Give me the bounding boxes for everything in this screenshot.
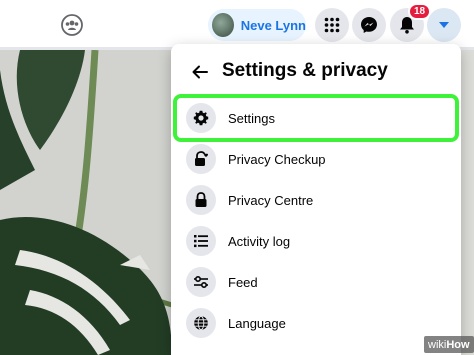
messenger-icon <box>361 17 377 33</box>
sliders-icon <box>186 267 216 297</box>
menu-item-language[interactable]: Language <box>179 303 455 343</box>
menu-item-label: Activity log <box>228 233 291 249</box>
top-navigation-bar: Neve Lynn 18 <box>0 0 474 50</box>
messenger-button[interactable] <box>352 8 386 42</box>
globe-icon <box>186 308 216 338</box>
menu-item-privacy-checkup[interactable]: Privacy Checkup <box>179 139 455 179</box>
menu-item-privacy-centre[interactable]: Privacy Centre <box>179 180 455 220</box>
groups-icon <box>61 14 83 36</box>
menu-item-label: Settings <box>228 110 275 126</box>
profile-name: Neve Lynn <box>240 17 306 33</box>
panel-header: Settings & privacy <box>171 44 461 98</box>
list-icon <box>186 226 216 256</box>
menu-item-activity-log[interactable]: Activity log <box>179 221 455 261</box>
menu-item-label: Feed <box>228 274 258 290</box>
account-button[interactable] <box>427 8 461 42</box>
menu-item-label: Language <box>228 315 286 331</box>
menu-item-feed[interactable]: Feed <box>179 262 455 302</box>
groups-button[interactable] <box>58 11 86 39</box>
menu-button[interactable] <box>315 8 349 42</box>
caret-down-icon <box>439 22 449 28</box>
lock-icon <box>186 185 216 215</box>
gear-icon <box>186 103 216 133</box>
lock-heart-icon <box>186 144 216 174</box>
arrow-left-icon <box>192 65 208 79</box>
back-button[interactable] <box>189 61 211 83</box>
panel-title: Settings & privacy <box>222 60 388 81</box>
menu-grid-icon <box>324 17 340 33</box>
menu-item-label: Privacy Centre <box>228 192 314 208</box>
avatar <box>212 13 234 37</box>
menu-item-label: Privacy Checkup <box>228 151 326 167</box>
wikihow-watermark: wiki How <box>424 336 474 353</box>
profile-button[interactable]: Neve Lynn <box>208 9 306 41</box>
settings-privacy-panel: Settings & privacy Settings Privacy Chec… <box>171 44 461 355</box>
menu-item-settings[interactable]: Settings <box>173 94 459 142</box>
